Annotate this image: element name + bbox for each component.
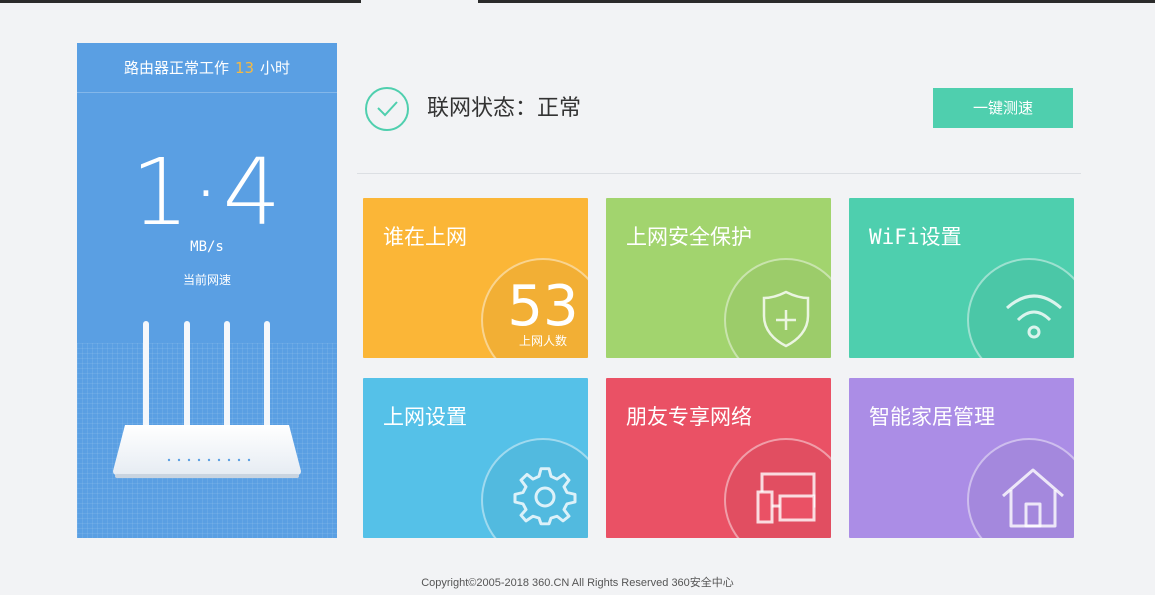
- house-icon: [1002, 468, 1064, 528]
- gear-icon: [513, 467, 577, 526]
- section-divider: [357, 173, 1081, 174]
- speed-test-button[interactable]: 一键测速: [933, 88, 1073, 128]
- current-speed-caption: 当前网速: [182, 273, 231, 287]
- tile-wifi-settings[interactable]: WiFi设置: [849, 198, 1074, 358]
- tile-security-protection[interactable]: 上网安全保护: [606, 198, 831, 358]
- tile-who-online[interactable]: 谁在上网 53 上网人数: [363, 198, 588, 358]
- online-user-count-label: 上网人数: [518, 334, 567, 348]
- top-bar-active-tab[interactable]: [361, 0, 478, 3]
- tile-smart-home[interactable]: 智能家居管理: [849, 378, 1074, 538]
- current-speed-value: 1·4: [130, 139, 284, 246]
- tile-title: 智能家居管理: [869, 405, 995, 429]
- network-status-row: 联网状态：正常 一键测速: [364, 86, 1074, 132]
- footer-copyright: Copyright©2005-2018 360.CN All Rights Re…: [421, 577, 734, 589]
- tile-title: 上网设置: [383, 405, 467, 429]
- top-bar: [0, 0, 1155, 3]
- devices-icon: [756, 472, 816, 524]
- tile-friend-network[interactable]: 朋友专享网络: [606, 378, 831, 538]
- online-user-count: 53: [507, 274, 579, 339]
- uptime-banner: 路由器正常工作 13 小时: [77, 43, 337, 93]
- network-status-label: 联网状态：正常: [427, 96, 582, 121]
- check-circle-icon: [365, 87, 409, 131]
- tile-title: 上网安全保护: [626, 225, 752, 249]
- router-icon: [113, 321, 301, 478]
- shield-plus-icon: [762, 290, 810, 348]
- wifi-icon: [1006, 294, 1062, 339]
- uptime-suffix: 小时: [260, 59, 291, 77]
- uptime-hours: 13: [234, 59, 255, 77]
- uptime-prefix: 路由器正常工作: [123, 59, 229, 77]
- tile-title: 谁在上网: [383, 225, 467, 249]
- tile-title: 朋友专享网络: [626, 405, 752, 429]
- current-speed-unit: MB/s: [190, 239, 224, 255]
- tile-title: WiFi设置: [869, 225, 962, 249]
- router-status-panel: 路由器正常工作 13 小时 1·4 MB/s 当前网速: [77, 43, 337, 538]
- tile-internet-settings[interactable]: 上网设置: [363, 378, 588, 538]
